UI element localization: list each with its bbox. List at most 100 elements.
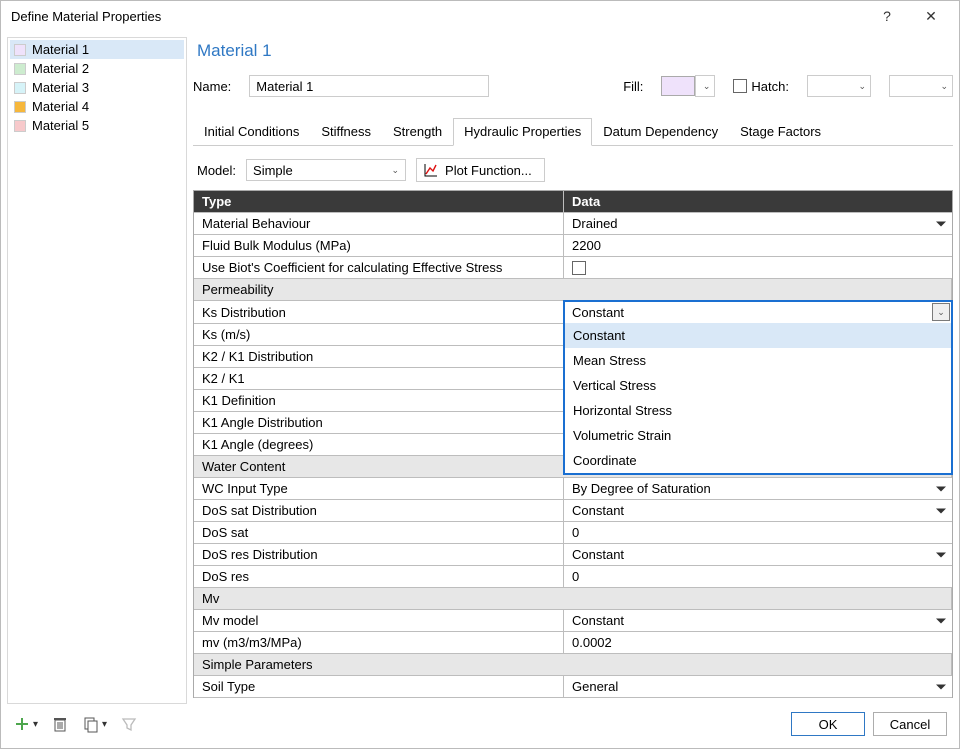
chevron-down-icon <box>936 508 946 513</box>
prop-value[interactable]: 0.0002 <box>564 632 952 654</box>
prop-label: K1 Definition <box>194 390 564 412</box>
material-label: Material 1 <box>32 42 89 57</box>
prop-label: K1 Angle Distribution <box>194 412 564 434</box>
prop-value[interactable]: 2200 <box>564 235 952 257</box>
prop-label: DoS res Distribution <box>194 544 564 566</box>
dropdown-option[interactable]: Coordinate <box>565 448 951 473</box>
model-select[interactable]: Simple ⌄ <box>246 159 406 181</box>
plus-icon <box>13 715 31 733</box>
prop-label: mv (m3/m3/MPa) <box>194 632 564 654</box>
hatch-color-select[interactable]: ⌄ <box>889 75 953 97</box>
tab-datum-dependency[interactable]: Datum Dependency <box>592 118 729 146</box>
dropdown-option[interactable]: Mean Stress <box>565 348 951 373</box>
prop-label: K2 / K1 <box>194 368 564 390</box>
material-label: Material 4 <box>32 99 89 114</box>
tab-initial-conditions[interactable]: Initial Conditions <box>193 118 310 146</box>
hatch-checkbox[interactable] <box>733 79 747 93</box>
tab-hydraulic-properties[interactable]: Hydraulic Properties <box>453 118 592 146</box>
name-input[interactable] <box>249 75 489 97</box>
material-label: Material 5 <box>32 118 89 133</box>
section-simple-parameters: Simple Parameters <box>194 654 952 676</box>
section-permeability: Permeability <box>194 279 952 301</box>
materials-list: Material 1 Material 2 Material 3 Material 4… <box>7 37 187 704</box>
fill-swatch[interactable] <box>661 76 695 96</box>
sidebar-item-material-1[interactable]: Material 1 <box>10 40 184 59</box>
prop-value[interactable]: Constant <box>564 544 952 566</box>
dropdown-option[interactable]: Constant <box>565 323 951 348</box>
fill-label: Fill: <box>623 79 643 94</box>
ok-button[interactable]: OK <box>791 712 865 736</box>
prop-label: DoS sat <box>194 522 564 544</box>
page-title: Material 1 <box>197 41 953 61</box>
cancel-button[interactable]: Cancel <box>873 712 947 736</box>
prop-value[interactable]: General <box>564 676 952 698</box>
prop-value[interactable]: 0 <box>564 566 952 588</box>
material-swatch <box>14 44 26 56</box>
prop-value[interactable]: Constant <box>564 500 952 522</box>
sidebar-item-material-5[interactable]: Material 5 <box>10 116 184 135</box>
prop-label: WC Input Type <box>194 478 564 500</box>
prop-value[interactable]: Drained <box>564 213 952 235</box>
tab-strength[interactable]: Strength <box>382 118 453 146</box>
material-swatch <box>14 82 26 94</box>
prop-label: Ks Distribution <box>194 301 564 324</box>
prop-label: Fluid Bulk Modulus (MPa) <box>194 235 564 257</box>
model-label: Model: <box>197 163 236 178</box>
material-swatch <box>14 120 26 132</box>
plot-label: Plot Function... <box>445 163 532 178</box>
plot-function-button[interactable]: Plot Function... <box>416 158 545 182</box>
material-label: Material 2 <box>32 61 89 76</box>
prop-label: Mv model <box>194 610 564 632</box>
help-button[interactable]: ? <box>865 8 909 24</box>
col-header-data: Data <box>564 191 952 213</box>
biot-checkbox[interactable] <box>572 261 586 275</box>
dropdown-option[interactable]: Horizontal Stress <box>565 398 951 423</box>
dropdown-option[interactable]: Vertical Stress <box>565 373 951 398</box>
prop-value[interactable]: Constant⌄ConstantMean StressVertical Str… <box>563 300 953 325</box>
filter-icon <box>121 716 137 732</box>
prop-label: DoS sat Distribution <box>194 500 564 522</box>
material-label: Material 3 <box>32 80 89 95</box>
prop-label: Use Biot's Coefficient for calculating E… <box>194 257 564 279</box>
chevron-down-icon <box>936 684 946 689</box>
material-swatch <box>14 63 26 75</box>
window-title: Define Material Properties <box>11 9 865 24</box>
prop-label: Material Behaviour <box>194 213 564 235</box>
sidebar-item-material-4[interactable]: Material 4 <box>10 97 184 116</box>
prop-label: K2 / K1 Distribution <box>194 346 564 368</box>
tab-stiffness[interactable]: Stiffness <box>310 118 382 146</box>
dropdown-option[interactable]: Volumetric Strain <box>565 423 951 448</box>
model-value: Simple <box>253 163 293 178</box>
sidebar-item-material-3[interactable]: Material 3 <box>10 78 184 97</box>
filter-button[interactable] <box>121 716 137 732</box>
add-button[interactable]: ▾ <box>13 715 38 733</box>
close-button[interactable]: ✕ <box>909 8 953 25</box>
name-label: Name: <box>193 79 231 94</box>
prop-label: Ks (m/s) <box>194 324 564 346</box>
plot-icon <box>423 162 439 178</box>
fill-dropdown[interactable]: ⌄ <box>695 75 715 97</box>
copy-button[interactable]: ▾ <box>82 715 107 733</box>
chevron-down-icon <box>936 221 946 226</box>
delete-button[interactable] <box>52 715 68 733</box>
chevron-down-icon <box>936 552 946 557</box>
prop-label: DoS res <box>194 566 564 588</box>
prop-value[interactable]: 0 <box>564 522 952 544</box>
chevron-down-icon <box>936 486 946 491</box>
prop-value[interactable] <box>564 257 952 279</box>
prop-value[interactable]: By Degree of Saturation <box>564 478 952 500</box>
section-mv: Mv <box>194 588 952 610</box>
hatch-label: Hatch: <box>751 79 789 94</box>
prop-value[interactable]: Constant <box>564 610 952 632</box>
trash-icon <box>52 715 68 733</box>
col-header-type: Type <box>194 191 564 213</box>
material-swatch <box>14 101 26 113</box>
sidebar-item-material-2[interactable]: Material 2 <box>10 59 184 78</box>
dropdown-button[interactable]: ⌄ <box>932 303 950 321</box>
tab-stage-factors[interactable]: Stage Factors <box>729 118 832 146</box>
copy-icon <box>82 715 100 733</box>
chevron-down-icon <box>936 618 946 623</box>
hatch-pattern-select[interactable]: ⌄ <box>807 75 871 97</box>
prop-label: K1 Angle (degrees) <box>194 434 564 456</box>
prop-label: Soil Type <box>194 676 564 698</box>
